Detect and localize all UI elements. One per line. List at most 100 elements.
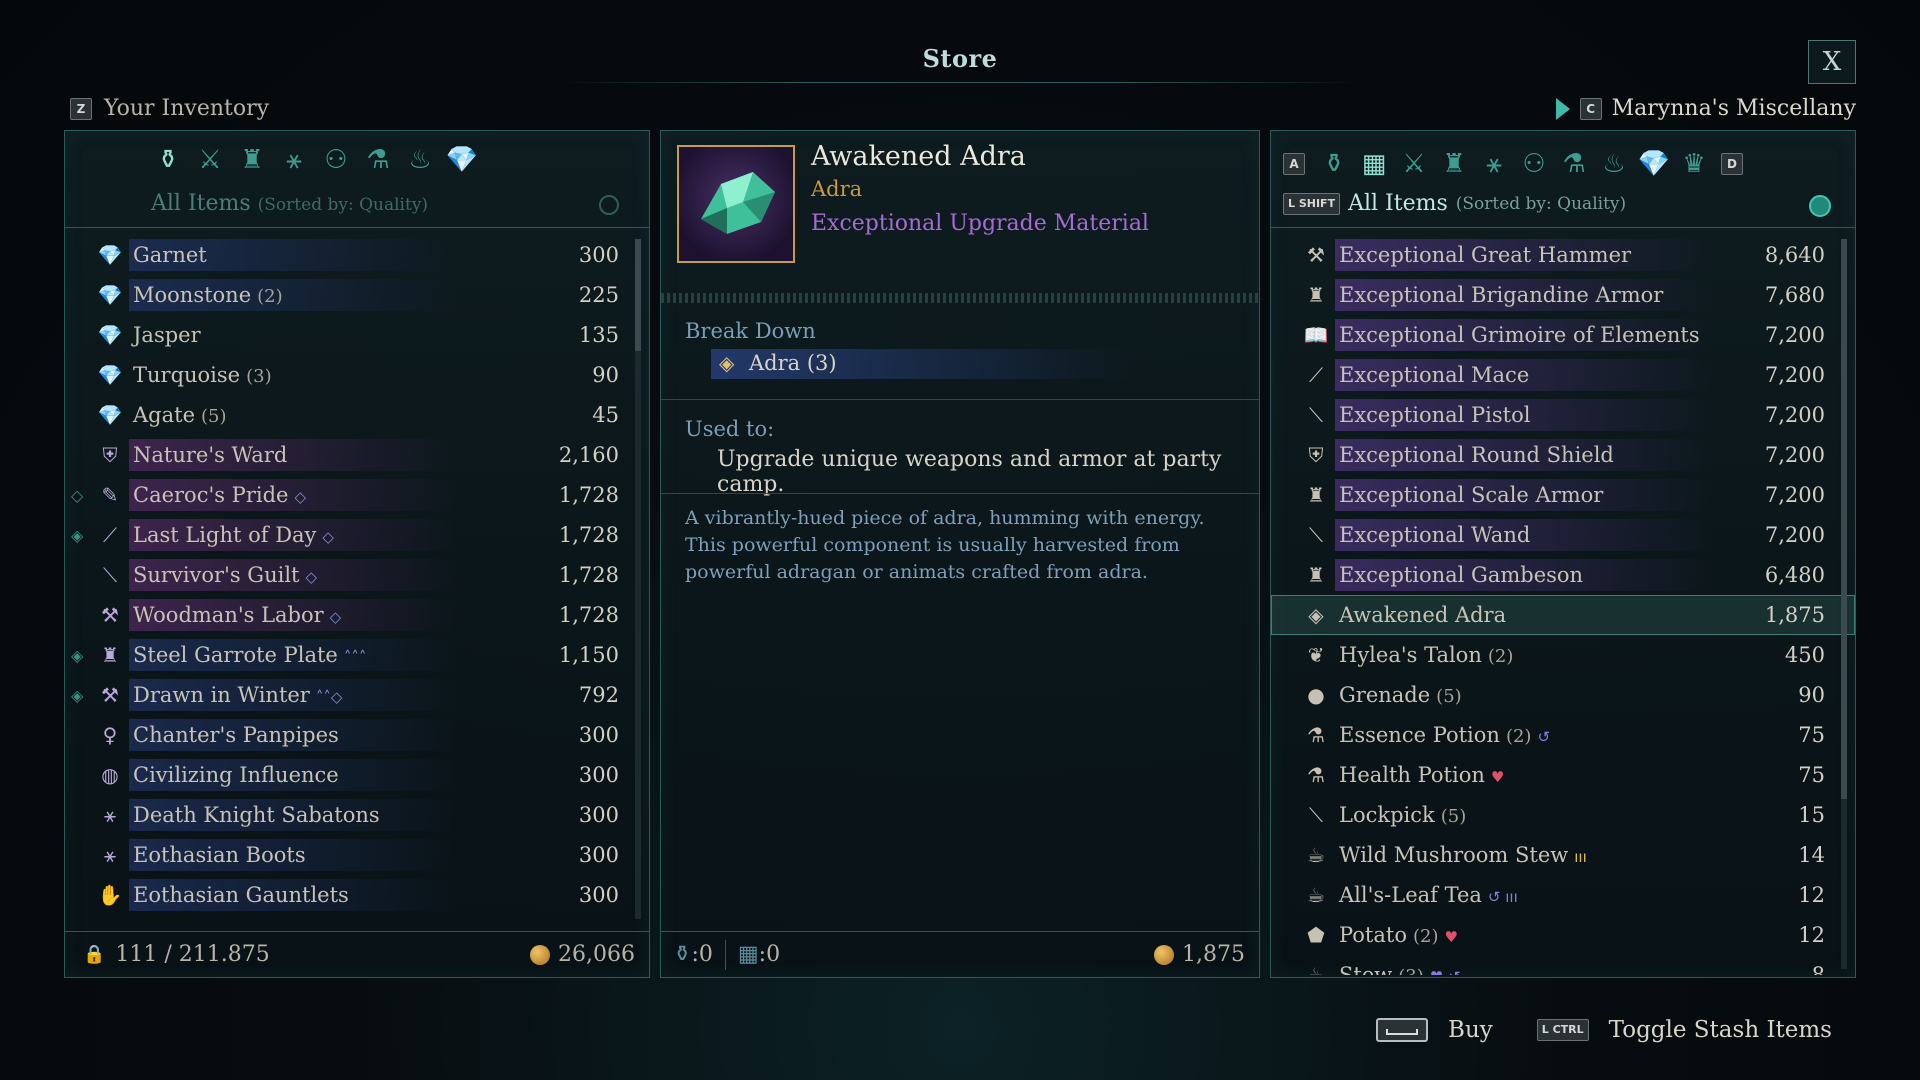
list-item[interactable]: 💎 Agate (5) 45 — [65, 395, 649, 435]
list-item[interactable]: ◈ ⚒ Drawn in Winter ˄˄◇ 792 — [65, 675, 649, 715]
sword-icon: ⟋ — [1309, 363, 1323, 387]
list-item[interactable]: ⚹ Eothasian Boots 300 — [65, 835, 649, 875]
list-item[interactable]: ◈ Awakened Adra 1,875 — [1271, 595, 1855, 635]
list-item[interactable]: ♀ Chanter's Panpipes 300 — [65, 715, 649, 755]
inventory-filter[interactable]: All Items (Sorted by: Quality) — [151, 191, 428, 216]
consumables-icon[interactable]: ⚗ — [361, 143, 395, 177]
list-item[interactable]: ◇ ✎ Caeroc's Pride ◇ 1,728 — [65, 475, 649, 515]
item-name-text: Exceptional Gambeson — [1339, 563, 1584, 587]
list-item[interactable]: ☕ Stew (3) ♥ ↺ 8 — [1271, 955, 1855, 975]
list-item[interactable]: 💎 Turquoise (3) 90 — [65, 355, 649, 395]
weight-icon: 🔒 — [83, 944, 106, 965]
gems-icon[interactable]: 💎 — [1637, 147, 1671, 181]
list-item[interactable]: ☕ Wild Mushroom Stew ııı 14 — [1271, 835, 1855, 875]
toggle-stash-prompt[interactable]: Toggle Stash Items — [1609, 1017, 1832, 1043]
list-item[interactable]: ⚒ Woodman's Labor ◇ 1,728 — [65, 595, 649, 635]
list-item[interactable]: ☕ All's-Leaf Tea ↺ ııı 12 — [1271, 875, 1855, 915]
item-name: Hylea's Talon (2) — [1331, 643, 1513, 667]
list-item[interactable]: 💎 Garnet 300 — [65, 235, 649, 275]
item-value: 300 — [578, 243, 619, 267]
armor-icon[interactable]: ♜ — [235, 143, 269, 177]
list-item[interactable]: ❦ Hylea's Talon (2) 450 — [1271, 635, 1855, 675]
list-item[interactable]: ● Grenade (5) 90 — [1271, 675, 1855, 715]
list-item[interactable]: ⬟ Potato (2) ♥ 12 — [1271, 915, 1855, 955]
equipped-marker-icon: ◈ — [71, 525, 84, 545]
list-item[interactable]: ⟍ Survivor's Guilt ◇ 1,728 — [65, 555, 649, 595]
inventory-scrollbar[interactable] — [635, 239, 641, 919]
list-item[interactable]: 💎 Jasper 135 — [65, 315, 649, 355]
armor-icon[interactable]: ♜ — [1437, 147, 1471, 181]
merchant-filter[interactable]: L SHIFT All Items (Sorted by: Quality) — [1283, 191, 1626, 216]
gems-icon[interactable]: 💎 — [445, 143, 479, 177]
filter-toggle-icon[interactable] — [1809, 195, 1831, 217]
stash-count: :0 — [758, 942, 781, 967]
list-item[interactable]: ⚗ Health Potion ♥ 75 — [1271, 755, 1855, 795]
item-value: 225 — [578, 283, 619, 307]
accessories-icon[interactable]: ⚹ — [277, 143, 311, 177]
trinkets-icon[interactable]: ⚇ — [1517, 147, 1551, 181]
list-item[interactable]: ⛨ Nature's Ward 2,160 — [65, 435, 649, 475]
filter-toggle-icon[interactable] — [599, 195, 619, 215]
hammer-icon: ⚒ — [101, 603, 119, 627]
list-item[interactable]: ♜ Exceptional Brigandine Armor 7,680 — [1271, 275, 1855, 315]
list-item[interactable]: 💎 Moonstone (2) 225 — [65, 275, 649, 315]
potato-icon: ⬟ — [1307, 923, 1325, 947]
buy-prompt[interactable]: Buy — [1448, 1017, 1493, 1043]
list-item[interactable]: ⟍ Lockpick (5) 15 — [1271, 795, 1855, 835]
merchant-header[interactable]: C Marynna's Miscellany — [1555, 96, 1856, 121]
list-item[interactable]: ♜ Exceptional Gambeson 6,480 — [1271, 555, 1855, 595]
filter-label: All Items — [151, 191, 251, 216]
consumables-icon[interactable]: ⚗ — [1557, 147, 1591, 181]
list-item[interactable]: ⟋ Exceptional Mace 7,200 — [1271, 355, 1855, 395]
merchant-scroll-thumb[interactable] — [1841, 239, 1847, 799]
bag-icon[interactable]: ⚱ — [151, 143, 185, 177]
list-item[interactable]: ⛨ Exceptional Round Shield 7,200 — [1271, 435, 1855, 475]
item-effect-icon: ♥ — [1490, 768, 1505, 786]
crown-icon[interactable]: ♛ — [1677, 147, 1711, 181]
merchant-scrollbar[interactable] — [1841, 239, 1847, 969]
list-item[interactable]: ⚒ Exceptional Great Hammer 8,640 — [1271, 235, 1855, 275]
item-effect-icon: ◇ — [305, 568, 318, 586]
trinkets-icon[interactable]: ⚇ — [319, 143, 353, 177]
list-item[interactable]: ◍ Civilizing Influence 300 — [65, 755, 649, 795]
close-button[interactable]: X — [1808, 40, 1856, 84]
list-item[interactable]: ⚹ Death Knight Sabatons 300 — [65, 795, 649, 835]
space-key-icon — [1376, 1018, 1429, 1042]
weapons-icon[interactable]: ⚔ — [1397, 147, 1431, 181]
merchant-panel: A ⚱ ▦ ⚔ ♜ ⚹ ⚇ ⚗ ♨ 💎 ♛ D L SHIFT All Item… — [1270, 130, 1856, 978]
container-icon[interactable]: ▦ — [1357, 147, 1391, 181]
list-item[interactable]: ♜ Exceptional Scale Armor 7,200 — [1271, 475, 1855, 515]
dagger-icon: ⟍ — [103, 563, 117, 587]
description-line: A vibrantly-hued piece of adra, humming … — [685, 507, 1205, 529]
item-name-text: Exceptional Scale Armor — [1339, 483, 1604, 507]
gem-icon: 💎 — [97, 323, 123, 347]
coin-icon — [1154, 945, 1175, 965]
list-item[interactable]: ◈ ⟋ Last Light of Day ◇ 1,728 — [65, 515, 649, 555]
accessories-icon[interactable]: ⚹ — [1477, 147, 1511, 181]
carry-weight: 111 / 211.875 — [115, 942, 270, 967]
item-effect-icon: ↺ ııı — [1487, 888, 1518, 906]
list-item[interactable]: ⟍ Exceptional Wand 7,200 — [1271, 515, 1855, 555]
item-value: 7,200 — [1764, 483, 1825, 507]
item-name: Exceptional Round Shield — [1331, 443, 1614, 467]
armor-icon: ♜ — [1307, 483, 1325, 507]
weapons-icon[interactable]: ⚔ — [193, 143, 227, 177]
misc-icon[interactable]: ♨ — [1597, 147, 1631, 181]
list-item[interactable]: ✋ Eothasian Gauntlets 300 — [65, 875, 649, 915]
list-item[interactable]: 📖 Exceptional Grimoire of Elements 7,200 — [1271, 315, 1855, 355]
item-name: Essence Potion (2) ↺ — [1331, 723, 1550, 747]
item-value: 6,480 — [1764, 563, 1825, 587]
detail-footer: ⚱ :0 ▦ :0 1,875 — [661, 931, 1259, 977]
hammer-icon: ⚒ — [1307, 243, 1325, 267]
bag-icon[interactable]: ⚱ — [1317, 147, 1351, 181]
item-name: Jasper — [125, 323, 201, 347]
item-name-text: Last Light of Day — [133, 523, 317, 547]
item-value: 300 — [578, 883, 619, 907]
shield-icon: ⛨ — [1308, 443, 1324, 467]
item-name: Last Light of Day ◇ — [125, 523, 334, 547]
list-item[interactable]: ⚗ Essence Potion (2) ↺ 75 — [1271, 715, 1855, 755]
list-item[interactable]: ◈ ♜ Steel Garrote Plate ˄˄˄ 1,150 — [65, 635, 649, 675]
misc-icon[interactable]: ♨ — [403, 143, 437, 177]
inventory-scroll-thumb[interactable] — [635, 239, 641, 351]
list-item[interactable]: ⟍ Exceptional Pistol 7,200 — [1271, 395, 1855, 435]
